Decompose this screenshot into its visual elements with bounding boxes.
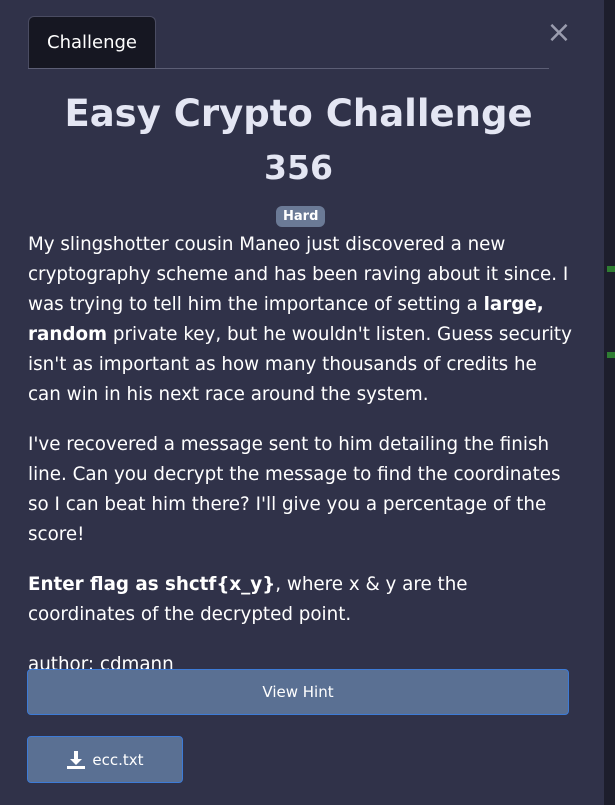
- description-text: private key, but he wouldn't listen. Gue…: [28, 324, 572, 405]
- tab-challenge[interactable]: Challenge: [28, 16, 156, 68]
- background-mark: [607, 266, 615, 272]
- description-paragraph-1: My slingshotter cousin Maneo just discov…: [28, 230, 573, 410]
- challenge-points: 356: [264, 148, 333, 187]
- tab-bar: Challenge: [28, 16, 549, 69]
- description-paragraph-2: I've recovered a message sent to him det…: [28, 434, 561, 545]
- view-hint-button[interactable]: View Hint: [27, 669, 569, 715]
- challenge-title: Easy Crypto Challenge: [64, 92, 533, 135]
- tab-challenge-label: Challenge: [47, 32, 137, 53]
- download-file-button[interactable]: ecc.txt: [27, 736, 183, 783]
- challenge-description: My slingshotter cousin Maneo just discov…: [28, 230, 573, 700]
- flag-format-text: Enter flag as shctf{x_y}: [28, 574, 276, 595]
- background-page-edge: [604, 0, 615, 805]
- download-icon: [66, 750, 86, 770]
- view-hint-label: View Hint: [262, 683, 334, 701]
- background-mark: [607, 352, 615, 358]
- close-icon[interactable]: ×: [546, 18, 572, 48]
- description-paragraph-3: Enter flag as shctf{x_y}, where x & y ar…: [28, 570, 573, 630]
- file-name-label: ecc.txt: [92, 750, 144, 769]
- difficulty-badge: Hard: [276, 206, 326, 227]
- challenge-modal: Challenge × Easy Crypto Challenge 356 Ha…: [0, 0, 604, 805]
